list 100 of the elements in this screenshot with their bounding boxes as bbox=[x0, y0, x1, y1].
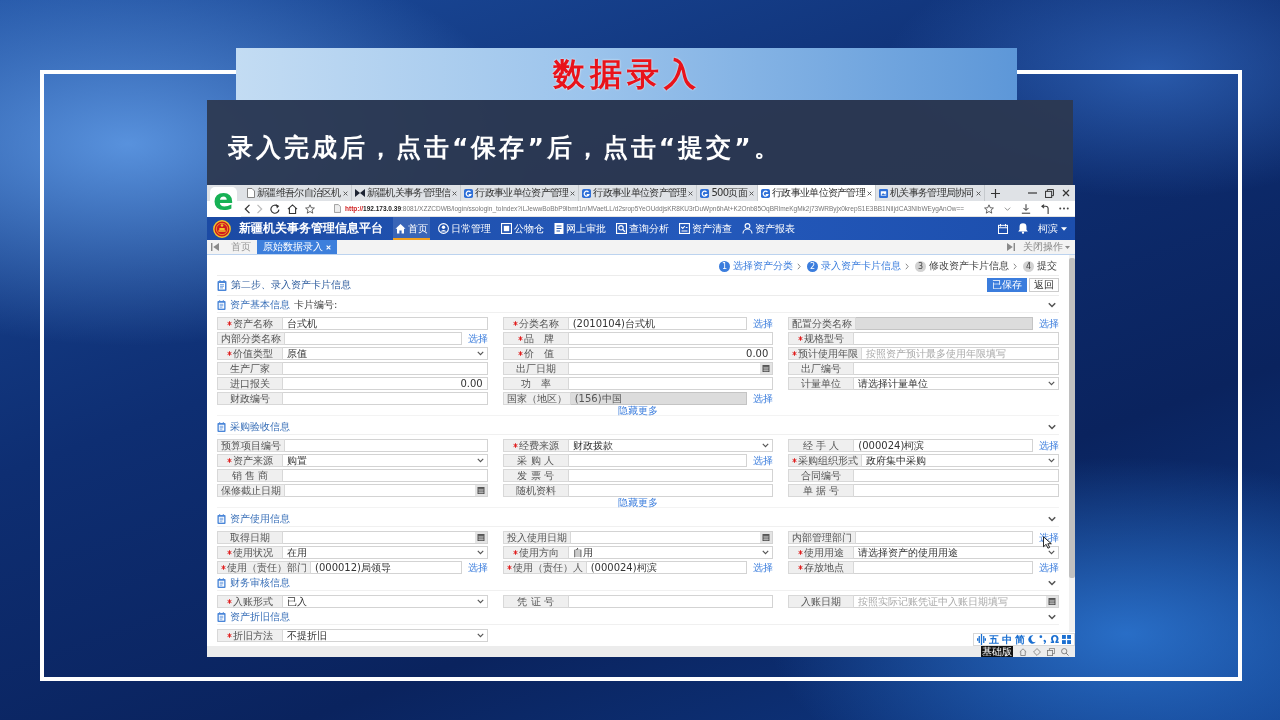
select-link[interactable]: 选择 bbox=[753, 561, 774, 574]
star-icon[interactable] bbox=[305, 203, 315, 214]
calendar-icon[interactable] bbox=[1046, 596, 1058, 607]
text-field[interactable] bbox=[283, 392, 488, 405]
chevron-down-icon[interactable] bbox=[1048, 516, 1056, 522]
toggle-link[interactable]: 隐藏更多 bbox=[618, 497, 658, 508]
select-field[interactable]: 请选择计量单位 bbox=[854, 377, 1059, 390]
home-icon[interactable] bbox=[287, 203, 298, 214]
select-link[interactable]: 选择 bbox=[753, 317, 774, 330]
text-field[interactable] bbox=[856, 531, 1033, 544]
back-button[interactable]: 返回 bbox=[1029, 278, 1059, 292]
grid-icon[interactable] bbox=[1062, 635, 1071, 644]
calendar-icon[interactable] bbox=[474, 532, 487, 543]
page-tab[interactable]: 原始数据录入 bbox=[257, 240, 337, 254]
nav-item[interactable]: 日常管理 bbox=[436, 217, 493, 240]
close-icon[interactable] bbox=[1062, 189, 1070, 197]
date-field[interactable] bbox=[283, 531, 488, 544]
star-icon[interactable] bbox=[984, 203, 994, 214]
number-field[interactable]: 0.00 bbox=[283, 377, 488, 390]
search-icon[interactable] bbox=[1061, 647, 1069, 656]
select-link[interactable]: 选择 bbox=[467, 332, 488, 345]
nav-item[interactable]: 网上审批 bbox=[552, 217, 608, 240]
close-icon[interactable] bbox=[749, 190, 755, 196]
chevron-down-icon[interactable] bbox=[1048, 302, 1056, 308]
nav-item[interactable]: 查询分析 bbox=[614, 217, 671, 240]
calendar-icon[interactable] bbox=[998, 223, 1008, 234]
select-field[interactable]: 请选择资产的使用用途 bbox=[854, 546, 1059, 559]
text-field[interactable] bbox=[854, 469, 1059, 482]
text-field[interactable] bbox=[283, 362, 488, 375]
text-field[interactable]: (2010104)台式机 bbox=[568, 317, 748, 330]
punctuation-icon[interactable] bbox=[1039, 635, 1048, 644]
select-field[interactable]: 购置 bbox=[283, 454, 488, 467]
close-icon[interactable] bbox=[975, 190, 981, 196]
select-link[interactable]: 选择 bbox=[467, 561, 488, 574]
date-field[interactable] bbox=[570, 531, 774, 544]
symbol-key[interactable]: Ω bbox=[1050, 634, 1059, 645]
curved-arrow-icon[interactable] bbox=[1041, 203, 1049, 214]
bars-icon[interactable] bbox=[977, 634, 987, 645]
browser-tab[interactable]: 新疆机关事务管理信 bbox=[351, 185, 462, 201]
user-menu[interactable]: 柯滨 bbox=[1038, 222, 1067, 235]
calendar-icon[interactable] bbox=[474, 485, 487, 496]
select-field[interactable]: 政府集中采购 bbox=[862, 454, 1059, 467]
more-icon[interactable] bbox=[1059, 207, 1069, 210]
select-field[interactable]: 在用 bbox=[283, 546, 488, 559]
back-icon[interactable] bbox=[244, 203, 250, 214]
nav-item[interactable]: 公物仓 bbox=[499, 217, 546, 240]
select-field[interactable]: 原值 bbox=[283, 347, 488, 360]
close-icon[interactable] bbox=[867, 190, 873, 196]
bell-icon[interactable] bbox=[1018, 223, 1028, 234]
text-field[interactable] bbox=[568, 377, 774, 390]
text-field[interactable] bbox=[568, 484, 774, 497]
text-field[interactable] bbox=[568, 595, 774, 608]
skip-forward-icon[interactable] bbox=[1007, 243, 1015, 251]
reload-icon[interactable] bbox=[270, 203, 280, 214]
house-icon[interactable] bbox=[1019, 647, 1027, 656]
select-field[interactable]: 已入 bbox=[283, 595, 488, 608]
calendar-icon[interactable] bbox=[760, 363, 773, 374]
date-field[interactable] bbox=[285, 484, 488, 497]
close-icon[interactable] bbox=[342, 190, 348, 196]
text-field[interactable] bbox=[283, 469, 488, 482]
text-field[interactable] bbox=[568, 454, 748, 467]
text-field[interactable] bbox=[285, 332, 462, 345]
text-field[interactable] bbox=[854, 561, 1033, 574]
select-field[interactable]: 自用 bbox=[568, 546, 774, 559]
select-field[interactable]: 不提折旧 bbox=[283, 629, 488, 642]
close-icon[interactable] bbox=[688, 190, 694, 196]
close-icon[interactable] bbox=[570, 190, 576, 196]
text-field[interactable]: (000012)局领导 bbox=[311, 561, 462, 574]
chevron-down-icon[interactable] bbox=[1048, 424, 1056, 430]
chevron-down-icon[interactable] bbox=[1048, 614, 1056, 620]
text-field[interactable] bbox=[568, 332, 774, 345]
text-field[interactable]: 台式机 bbox=[283, 317, 488, 330]
skip-back-icon[interactable] bbox=[211, 243, 219, 251]
text-field[interactable] bbox=[854, 332, 1059, 345]
browser-tab[interactable]: 行政事业单位资产管理 bbox=[758, 185, 877, 201]
select-link[interactable]: 选择 bbox=[1039, 561, 1059, 574]
select-link[interactable]: 选择 bbox=[753, 454, 774, 467]
copy-icon[interactable] bbox=[1047, 647, 1055, 656]
number-field[interactable]: 0.00 bbox=[568, 347, 774, 360]
text-field[interactable] bbox=[854, 362, 1059, 375]
select-link[interactable]: 选择 bbox=[1039, 439, 1059, 452]
plus-icon[interactable] bbox=[990, 188, 1000, 198]
save-button[interactable]: 已保存 bbox=[987, 278, 1027, 292]
select-field[interactable]: 财政拨款 bbox=[568, 439, 774, 452]
restore-icon[interactable] bbox=[1045, 188, 1054, 198]
text-field[interactable]: (000024)柯滨 bbox=[586, 561, 748, 574]
text-field[interactable]: (000024)柯滨 bbox=[854, 439, 1033, 452]
text-field[interactable] bbox=[854, 484, 1059, 497]
nav-item[interactable]: 资产清查 bbox=[677, 217, 734, 240]
text-field[interactable] bbox=[285, 439, 488, 452]
crescent-moon-icon[interactable] bbox=[1028, 635, 1037, 644]
text-field[interactable] bbox=[568, 469, 774, 482]
browser-tab[interactable]: 行政事业单位资产管理 bbox=[461, 185, 580, 201]
browser-tab[interactable]: 行政事业单位资产管理 bbox=[579, 185, 698, 201]
chevron-down-icon[interactable] bbox=[1048, 580, 1056, 586]
browser-tab[interactable]: 新疆维吾尔自治区机 bbox=[244, 185, 352, 201]
ime-key[interactable]: 简 bbox=[1015, 634, 1026, 645]
calendar-icon[interactable] bbox=[760, 532, 773, 543]
nav-item[interactable]: 首页 bbox=[393, 217, 430, 240]
scrollbar-thumb[interactable] bbox=[1069, 258, 1075, 578]
